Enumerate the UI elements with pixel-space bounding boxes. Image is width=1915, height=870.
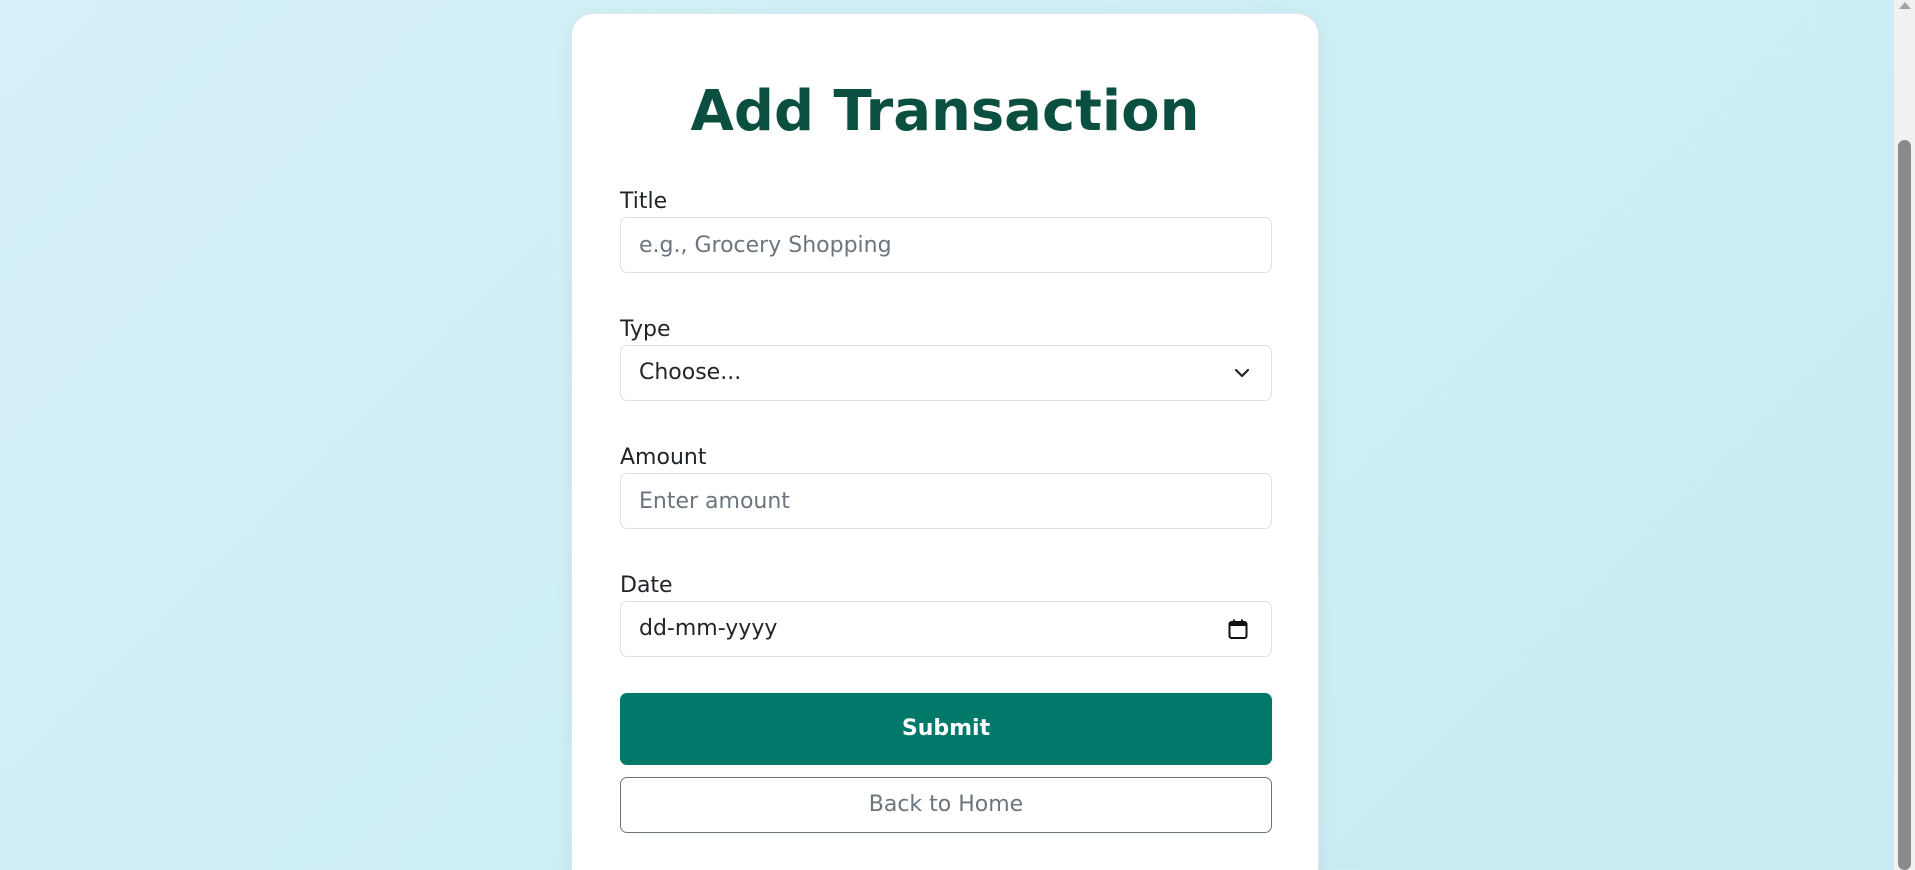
- chevron-down-icon: [1234, 368, 1250, 378]
- transaction-form-card: Add Transaction Title Type Choose... Amo…: [571, 13, 1319, 870]
- amount-label: Amount: [620, 445, 707, 470]
- date-input[interactable]: dd-mm-yyyy: [620, 601, 1272, 657]
- scrollbar-thumb[interactable]: [1898, 140, 1911, 870]
- title-field-wrapper: [620, 217, 1272, 273]
- amount-field-wrapper: [620, 473, 1272, 529]
- type-label: Type: [620, 317, 671, 342]
- page-title: Add Transaction: [690, 79, 1200, 144]
- amount-input[interactable]: [621, 474, 1271, 528]
- date-placeholder: dd-mm-yyyy: [639, 616, 778, 641]
- back-to-home-button[interactable]: Back to Home: [620, 777, 1272, 833]
- vertical-scrollbar[interactable]: [1893, 0, 1915, 870]
- title-label: Title: [620, 189, 668, 214]
- date-label: Date: [620, 573, 673, 598]
- scroll-up-arrow-icon[interactable]: [1899, 2, 1911, 9]
- submit-button[interactable]: Submit: [620, 693, 1272, 765]
- calendar-icon[interactable]: [1227, 618, 1249, 640]
- type-select[interactable]: Choose...: [620, 345, 1272, 401]
- title-input[interactable]: [621, 218, 1271, 272]
- type-selected-value: Choose...: [639, 360, 742, 385]
